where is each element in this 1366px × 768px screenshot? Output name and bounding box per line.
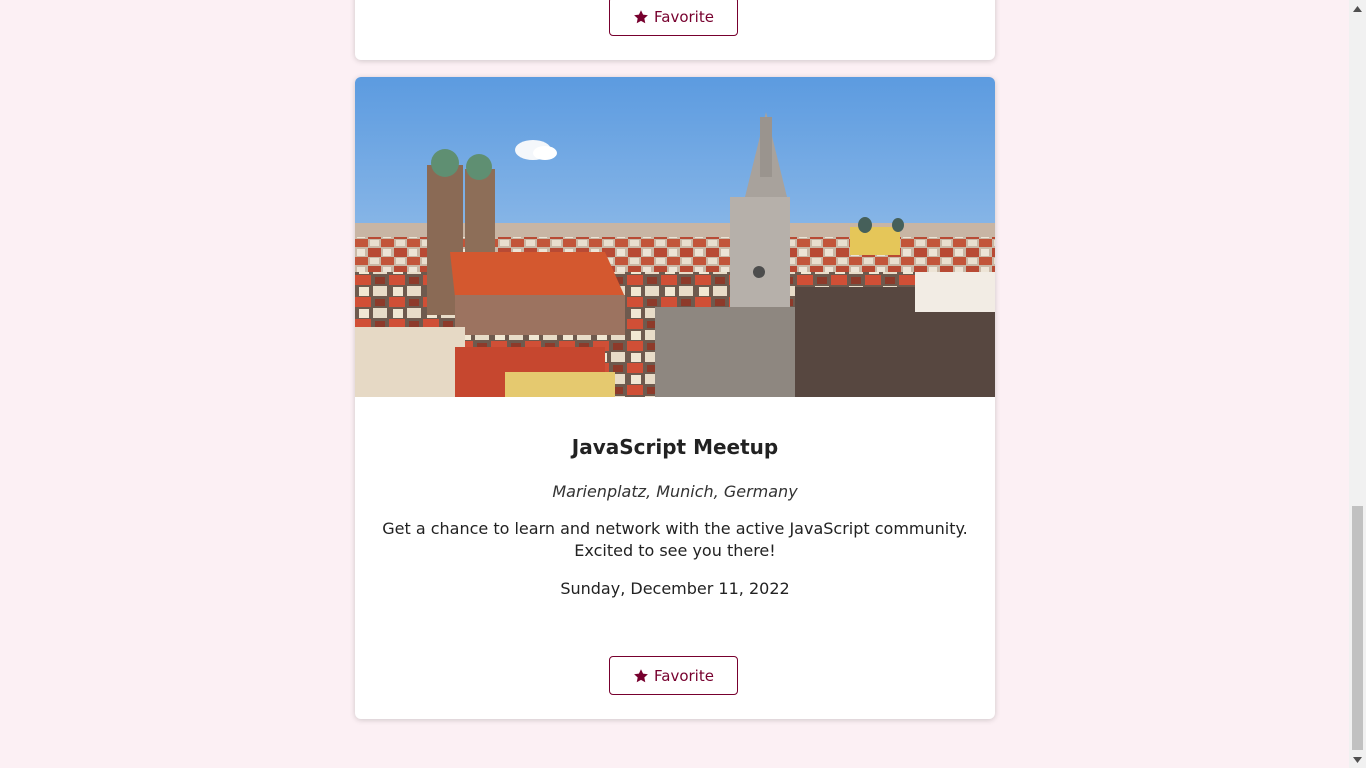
meetup-card-previous: Favorite: [355, 0, 995, 60]
favorite-label: Favorite: [654, 666, 714, 685]
favorite-label: Favorite: [654, 7, 714, 26]
meetup-card: JavaScript Meetup Marienplatz, Munich, G…: [355, 77, 995, 719]
favorite-button[interactable]: Favorite: [609, 656, 738, 695]
scrollbar-thumb[interactable]: [1352, 506, 1363, 750]
star-icon: [634, 668, 648, 682]
meetup-date: Sunday, December 11, 2022: [560, 579, 790, 598]
scroll-down-icon[interactable]: [1349, 751, 1366, 768]
meetup-description: Get a chance to learn and network with t…: [382, 519, 968, 560]
favorite-button-previous[interactable]: Favorite: [609, 0, 738, 36]
star-icon: [634, 9, 648, 23]
meetup-image: [355, 77, 995, 397]
vertical-scrollbar[interactable]: [1349, 0, 1366, 768]
meetup-title: JavaScript Meetup: [571, 435, 779, 459]
scroll-up-icon[interactable]: [1349, 0, 1366, 17]
page-viewport: Favorite JavaScript Meetup Marienplatz, …: [0, 0, 1349, 768]
meetup-address: Marienplatz, Munich, Germany: [552, 482, 798, 501]
